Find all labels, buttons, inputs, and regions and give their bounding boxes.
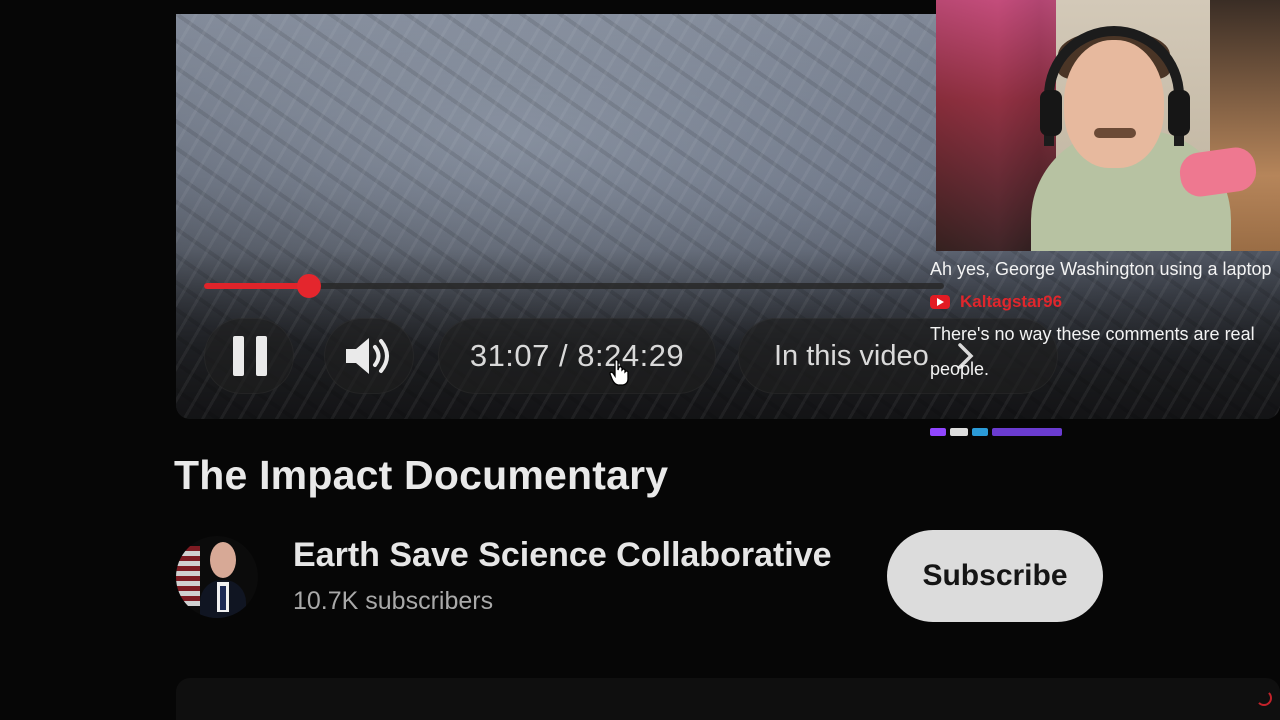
chat-username: Kaltagstar96 bbox=[960, 292, 1063, 311]
channel-name[interactable]: Earth Save Science Collaborative bbox=[293, 536, 832, 575]
description-card[interactable] bbox=[176, 678, 1280, 720]
time-display-text: 31:07 / 8:24:29 bbox=[469, 338, 685, 373]
pause-icon bbox=[233, 336, 267, 376]
chat-username-line: Kaltagstar96 bbox=[930, 287, 1280, 317]
progress-scrubber-handle[interactable] bbox=[297, 274, 321, 298]
channel-avatar[interactable] bbox=[176, 536, 258, 618]
volume-icon bbox=[346, 338, 389, 374]
screen: 31:07 / 8:24:29 In this video Ah yes, Ge… bbox=[0, 0, 1280, 720]
streamer-webcam bbox=[936, 0, 1280, 251]
hand-cursor-icon bbox=[609, 359, 629, 386]
volume-button[interactable] bbox=[324, 318, 414, 394]
chat-message: Ah yes, George Washington using a laptop bbox=[930, 259, 1272, 279]
subscriber-count: 10.7K subscribers bbox=[293, 587, 494, 615]
time-display[interactable]: 31:07 / 8:24:29 bbox=[438, 318, 716, 394]
chat-message: There's no way these comments are real p… bbox=[930, 324, 1255, 379]
youtube-icon bbox=[930, 295, 950, 309]
subscribe-button[interactable]: Subscribe bbox=[887, 530, 1103, 622]
progress-bar-played bbox=[204, 283, 309, 289]
in-this-video-label: In this video bbox=[774, 340, 929, 372]
video-title: The Impact Documentary bbox=[174, 452, 669, 498]
stream-chat-overlay: Ah yes, George Washington using a laptop… bbox=[930, 252, 1280, 436]
loading-icon bbox=[1256, 690, 1272, 706]
progress-bar[interactable] bbox=[204, 274, 944, 298]
chat-next-message-partial bbox=[930, 428, 1070, 436]
pause-button[interactable] bbox=[204, 318, 294, 394]
